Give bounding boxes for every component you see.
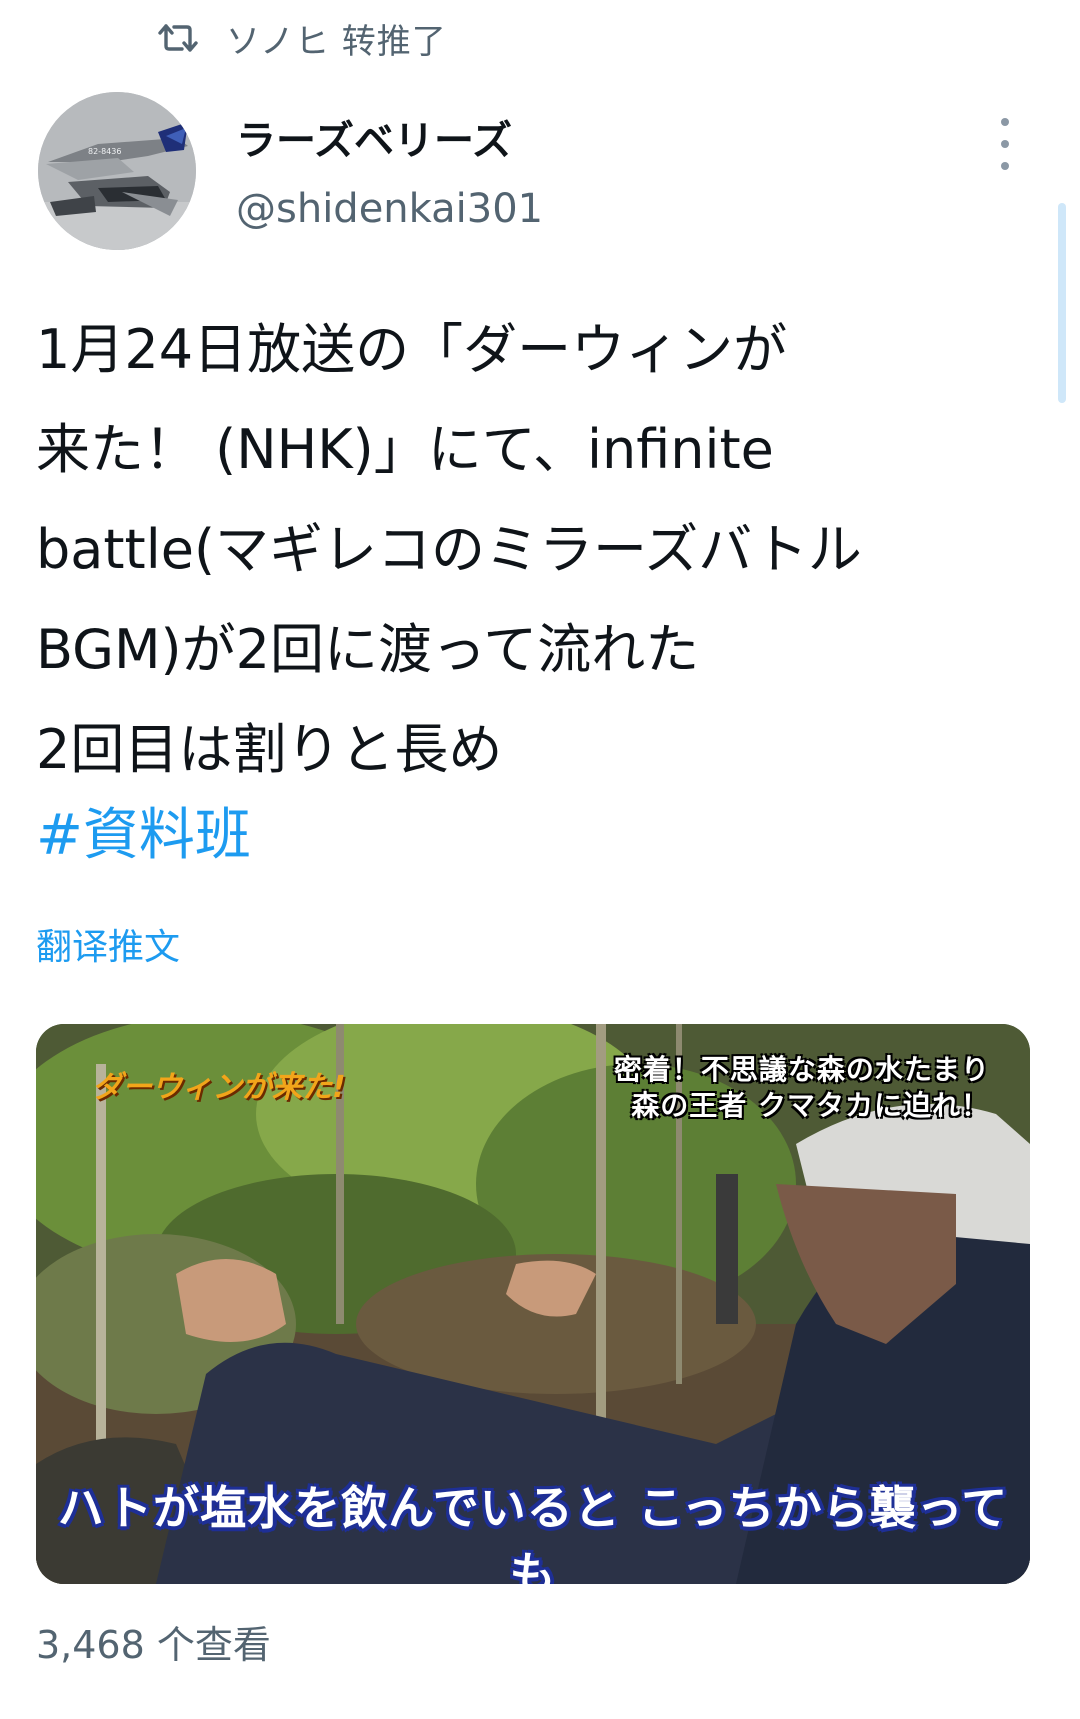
- author-handle[interactable]: @shidenkai301: [236, 186, 543, 232]
- more-options-button[interactable]: [990, 118, 1020, 170]
- program-logo: ダーウィンが来た!: [92, 1070, 346, 1105]
- more-dot-icon: [1001, 140, 1009, 148]
- avatar-jet-image: 82-8436: [38, 92, 196, 250]
- scrollbar[interactable]: [1058, 203, 1066, 403]
- more-dot-icon: [1001, 162, 1009, 170]
- retweet-text: ソノヒ 转推了: [226, 21, 447, 62]
- tweet-text-line: battle(マギレコのミラーズバトル: [36, 518, 862, 581]
- translate-tweet-link[interactable]: 翻译推文: [36, 918, 180, 970]
- tweet-text-line: 2回目は割りと長め: [36, 718, 503, 781]
- tweet-text: 1月24日放送の「ダーウィンが 来た！ (NHK)」にて、infinite ba…: [36, 300, 1046, 800]
- program-caption-line: 密着！不思議な森の水たまり: [613, 1053, 990, 1086]
- avatar[interactable]: 82-8436: [38, 92, 196, 250]
- tweet-text-line: 来た！ (NHK)」にて、infinite: [36, 418, 774, 481]
- retweet-indicator[interactable]: ソノヒ 转推了: [158, 10, 447, 66]
- video-subtitle: ハトが塩水を飲んでいると こっちから襲っても: [57, 1481, 1009, 1584]
- view-count: 3,468 个查看: [36, 1623, 271, 1667]
- svg-text:82-8436: 82-8436: [88, 147, 121, 156]
- hashtag-link[interactable]: #資料班: [36, 790, 251, 871]
- program-caption: 密着！不思議な森の水たまり 森の王者 クマタカに迫れ！: [614, 1052, 990, 1124]
- more-dot-icon: [1001, 118, 1009, 126]
- author-display-name[interactable]: ラーズベリーズ: [236, 108, 512, 166]
- retweet-icon: [158, 22, 198, 54]
- tweet-text-line: 1月24日放送の「ダーウィンが: [36, 318, 788, 381]
- tweet-text-line: BGM)が2回に渡って流れた: [36, 618, 700, 681]
- program-caption-line: 森の王者 クマタカに迫れ！: [631, 1089, 990, 1122]
- media-image[interactable]: ダーウィンが来た! 密着！不思議な森の水たまり 森の王者 クマタカに迫れ！ ハト…: [36, 1024, 1030, 1584]
